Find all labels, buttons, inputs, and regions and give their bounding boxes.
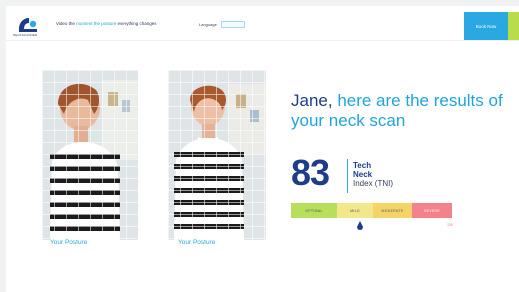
logo-text: NECKSCANNER [13, 33, 38, 37]
front-view-photo [168, 70, 266, 240]
scale-mild: MILD [337, 203, 373, 218]
front-view-image [168, 70, 266, 240]
tagline-post: everything changes [116, 21, 157, 26]
tni-line-index: Index (TNI) [353, 179, 394, 188]
header-tagline: Video the moment the posture everything … [56, 21, 157, 26]
results-title: Jane, here are the results of your neck … [291, 91, 516, 131]
scale-severe: SEVERE [412, 203, 452, 218]
scale-moderate: MODERATE [373, 203, 412, 218]
score-divider [347, 159, 348, 193]
results-title-name: Jane, [291, 91, 338, 110]
logo-icon[interactable] [16, 15, 40, 33]
tni-line-neck: Neck [353, 170, 373, 179]
tagline-highlight[interactable]: moment the posture [76, 21, 116, 26]
language-selector[interactable]: Language [199, 20, 245, 28]
side-profile-image [42, 70, 138, 240]
tagline-pre: Video the [56, 21, 77, 26]
app-frame: NECKSCANNER Video the moment the posture… [6, 6, 519, 292]
tni-score: 83 [291, 152, 330, 193]
right-photo-caption: Your Posture [178, 239, 216, 246]
secondary-cta-button[interactable] [508, 12, 519, 40]
language-label: Language [199, 21, 217, 27]
scale-end-value: 100 [447, 223, 453, 227]
tni-label: Tech Neck Index (TNI) [353, 161, 393, 188]
side-profile-photo [42, 70, 138, 240]
left-photo-caption: Your Posture [50, 239, 88, 246]
scale-marker-icon [357, 221, 363, 230]
tni-line-tech: Tech [353, 161, 372, 170]
book-now-button[interactable]: Book Now [464, 12, 508, 40]
language-dropdown[interactable] [220, 20, 245, 28]
tni-severity-scale: OPTIMAL MILD MODERATE SEVERE [291, 203, 452, 218]
scale-optimal: OPTIMAL [291, 203, 337, 218]
top-header: NECKSCANNER Video the moment the posture… [6, 6, 519, 41]
